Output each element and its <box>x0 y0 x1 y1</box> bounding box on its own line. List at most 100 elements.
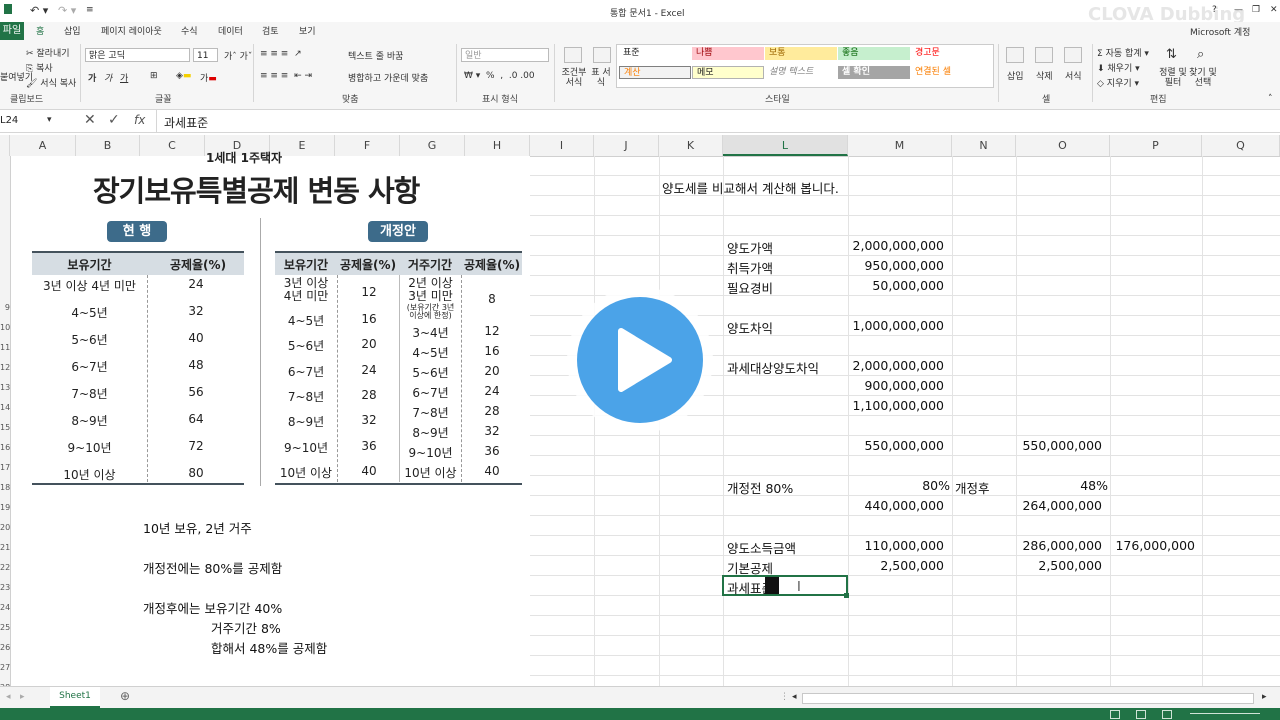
row-header[interactable]: 27 <box>0 663 10 672</box>
tab-view[interactable]: 보기 <box>299 24 316 37</box>
cell-label-expense[interactable]: 필요경비 <box>727 278 773 297</box>
column-header[interactable]: C <box>140 135 205 156</box>
collapse-ribbon-icon[interactable]: ˄ <box>1268 94 1273 104</box>
column-header[interactable]: A <box>10 135 76 156</box>
row-header[interactable]: 21 <box>0 543 10 552</box>
row-header[interactable]: 14 <box>0 403 10 412</box>
cell-value[interactable]: 110,000,000 <box>848 538 944 553</box>
tab-review[interactable]: 검토 <box>262 24 279 37</box>
row-header[interactable]: 23 <box>0 583 10 592</box>
sort-filter-button[interactable]: 정렬 및 필터 <box>1158 68 1188 88</box>
row-header[interactable]: 15 <box>0 423 10 432</box>
font-color-icon[interactable]: 가▬ <box>200 71 217 84</box>
cell-value[interactable]: 50,000,000 <box>848 278 944 293</box>
help-icon[interactable]: ? <box>1212 5 1217 15</box>
quick-access-menu-icon[interactable]: ≡ <box>86 5 94 15</box>
minimize-icon[interactable]: — <box>1234 5 1243 15</box>
style-calculation[interactable]: 계산 <box>619 66 691 79</box>
wrap-text-button[interactable]: 텍스트 줄 바꿈 <box>348 49 403 62</box>
column-header[interactable]: I <box>530 135 594 156</box>
page-break-view-icon[interactable] <box>1162 710 1172 719</box>
column-header[interactable]: O <box>1016 135 1110 156</box>
cell-label-after[interactable]: 개정후 <box>955 478 990 497</box>
cell-value[interactable]: 550,000,000 <box>848 438 944 453</box>
confirm-entry-icon[interactable]: ✓ <box>108 112 120 128</box>
cancel-entry-icon[interactable]: ✕ <box>84 112 96 128</box>
cell-label-income[interactable]: 양도소득금액 <box>727 538 796 557</box>
column-header[interactable]: H <box>465 135 530 156</box>
scroll-left-icon[interactable]: ◂ <box>792 692 797 702</box>
style-good[interactable]: 좋음 <box>838 47 910 60</box>
insert-cells-icon[interactable] <box>1006 47 1024 63</box>
row-header[interactable]: 26 <box>0 643 10 652</box>
tab-home[interactable]: 홈 <box>36 24 44 37</box>
find-select-button[interactable]: 찾기 및 선택 <box>1188 68 1218 88</box>
account-label[interactable]: Microsoft 계정 <box>1190 25 1250 38</box>
row-header[interactable]: 16 <box>0 443 10 452</box>
column-header[interactable]: G <box>400 135 465 156</box>
style-normal[interactable]: 표준 <box>619 47 691 60</box>
align-left-icon[interactable]: ≡ ≡ ≡ ⇤ ⇥ <box>260 71 312 81</box>
row-header[interactable]: 24 <box>0 603 10 612</box>
column-header-selected[interactable]: L <box>723 135 848 156</box>
underline-icon[interactable]: 가 <box>120 71 128 84</box>
formula-input[interactable]: 과세표준 <box>164 114 208 131</box>
fill-color-icon[interactable]: ◈▬ <box>176 71 191 81</box>
style-check-cell[interactable]: 셀 확인 <box>838 66 910 79</box>
merge-center-button[interactable]: 병합하고 가운데 맞춤 <box>348 71 428 84</box>
sheet-tab-sheet1[interactable]: Sheet1 <box>50 687 100 708</box>
format-table-button[interactable]: 표 서식 <box>588 68 614 88</box>
column-header[interactable]: F <box>335 135 400 156</box>
cut-button[interactable]: ✂ 잘라내기 <box>26 46 70 59</box>
tab-insert[interactable]: 삽입 <box>64 24 81 37</box>
cell-value[interactable]: 550,000,000 <box>1010 438 1102 453</box>
format-cells-icon[interactable] <box>1064 47 1082 63</box>
close-icon[interactable]: ✕ <box>1270 5 1278 15</box>
page-layout-view-icon[interactable] <box>1136 710 1146 719</box>
cell-value[interactable]: 2,000,000,000 <box>848 358 944 373</box>
name-box-dropdown-icon[interactable]: ▾ <box>47 115 52 125</box>
row-header[interactable]: 20 <box>0 523 10 532</box>
insert-function-icon[interactable]: fx <box>134 113 145 127</box>
tab-page-layout[interactable]: 페이지 레이아웃 <box>101 24 162 37</box>
cell-value[interactable]: 2,000,000,000 <box>848 238 944 253</box>
row-header[interactable]: 9 <box>0 303 10 312</box>
conditional-format-icon[interactable] <box>564 47 582 63</box>
row-header[interactable]: 12 <box>0 363 10 372</box>
cell-note[interactable]: 10년 보유, 2년 거주 <box>143 518 252 537</box>
cell-value[interactable]: 176,000,000 <box>1102 538 1195 553</box>
cell-value[interactable]: 48% <box>1016 478 1108 493</box>
add-sheet-icon[interactable]: ⊕ <box>120 689 130 703</box>
clear-button[interactable]: ◇ 지우기 ▾ <box>1097 76 1139 89</box>
delete-cells-button[interactable]: 삭제 <box>1036 69 1053 82</box>
cell-label-sale[interactable]: 양도가액 <box>727 238 773 257</box>
conditional-format-button[interactable]: 조건부 서식 <box>558 68 590 88</box>
align-top-icon[interactable]: ≡ ≡ ≡ ↗ <box>260 49 302 59</box>
cell-label-acquire[interactable]: 취득가액 <box>727 258 773 277</box>
row-header[interactable]: 17 <box>0 463 10 472</box>
horizontal-scrollbar[interactable] <box>802 693 1254 704</box>
format-painter-button[interactable]: 🖌 서식 복사 <box>26 76 76 89</box>
file-tab[interactable]: 파일 <box>0 22 24 40</box>
font-name-select[interactable]: 맑은 고딕 <box>85 48 190 62</box>
redo-icon[interactable]: ↷ ▾ <box>58 4 76 17</box>
next-sheet-icon[interactable]: ▸ <box>20 692 25 702</box>
fill-handle[interactable] <box>844 593 849 598</box>
currency-icon[interactable]: ₩ ▾ % , .0 .00 <box>464 71 535 81</box>
cell-intro[interactable]: 양도세를 비교해서 계산해 봅니다. <box>662 178 839 197</box>
cell-value[interactable]: 950,000,000 <box>848 258 944 273</box>
cell-value[interactable]: 1,100,000,000 <box>848 398 944 413</box>
select-all-corner[interactable] <box>0 135 10 156</box>
cell-value[interactable]: 2,500,000 <box>1010 558 1102 573</box>
style-note[interactable]: 메모 <box>692 66 764 79</box>
row-header[interactable]: 11 <box>0 343 10 352</box>
italic-icon[interactable]: 가 <box>104 71 112 84</box>
cell-value[interactable]: 1,000,000,000 <box>848 318 944 333</box>
column-header[interactable]: P <box>1110 135 1202 156</box>
grow-font-icon[interactable]: 가ˆ 가ˇ <box>224 49 252 62</box>
cell-label-gain[interactable]: 양도차익 <box>727 318 773 337</box>
cell-value[interactable]: 2,500,000 <box>848 558 944 573</box>
number-format-select[interactable]: 일반 <box>461 48 549 62</box>
style-bad[interactable]: 나쁨 <box>692 47 764 60</box>
cell-note[interactable]: 거주기간 8% <box>211 618 281 637</box>
